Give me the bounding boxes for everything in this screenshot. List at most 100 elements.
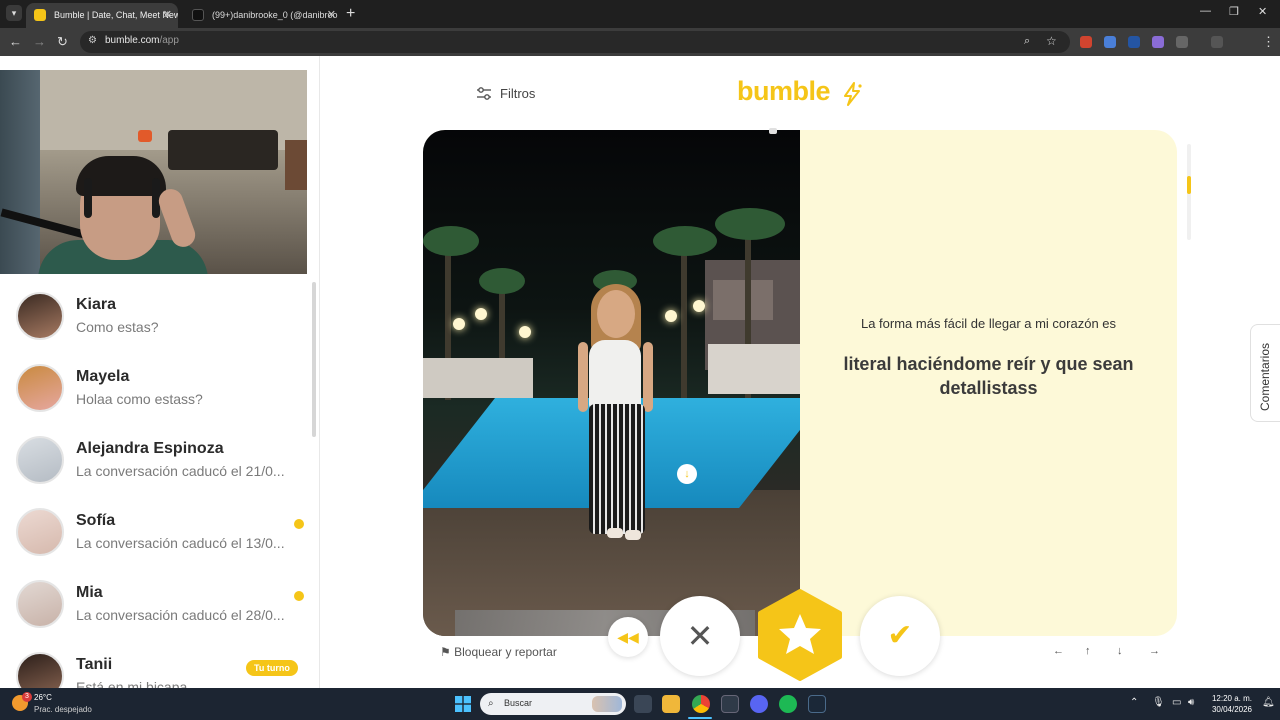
extensions-puzzle-icon[interactable]: [1176, 36, 1188, 48]
bumble-favicon-icon: [34, 9, 46, 21]
microphone-icon[interactable]: 🎙︎: [1152, 697, 1165, 708]
chat-item-mayela[interactable]: Mayela Holaa como estass?: [0, 364, 319, 436]
file-explorer-icon[interactable]: [662, 695, 680, 713]
notifications-icon[interactable]: 🔔︎: [1262, 697, 1275, 708]
avatar: [16, 580, 64, 628]
extension-icon[interactable]: [1152, 36, 1164, 48]
zoom-icon[interactable]: ⌕: [1024, 35, 1030, 48]
chat-preview: Como estas?: [76, 319, 159, 335]
prompt-question: La forma más fácil de llegar a mi corazó…: [860, 316, 1117, 331]
reload-icon[interactable]: ↻: [57, 34, 68, 50]
chat-preview: Está en mi bicapa: [76, 679, 188, 688]
photo-indicator: [769, 128, 777, 134]
steam-icon[interactable]: [808, 695, 826, 713]
chat-preview: La conversación caducó el 21/0...: [76, 463, 285, 479]
left-sidebar: Kiara Como estas? Mayela Holaa como esta…: [0, 56, 320, 688]
menu-kebab-icon[interactable]: ⋮: [1262, 34, 1275, 50]
avatar: [16, 652, 64, 688]
translate-extension-icon[interactable]: [1104, 36, 1116, 48]
url-text: bumble.com/app: [105, 35, 179, 46]
chrome-icon[interactable]: [692, 695, 710, 713]
tab-tiktok[interactable]: (99+)danibrooke_0 (@danibroo ✕: [184, 3, 342, 28]
spotify-icon[interactable]: [779, 695, 797, 713]
bumble-sparkle-icon: [844, 82, 862, 106]
reading-list-icon[interactable]: [1211, 36, 1223, 48]
key-hint-down: ↓: [1117, 645, 1123, 657]
tab-search-icon[interactable]: ▾: [6, 5, 22, 21]
tray-overflow-icon[interactable]: ⌃: [1130, 697, 1138, 708]
main-area: Filtros bumble ↓ La forma más fácil de l…: [321, 56, 1280, 688]
comments-tab[interactable]: Comentarios: [1250, 324, 1280, 422]
browser-tab-bar: ▾ Bumble | Date, Chat, Meet New ✕ (99+)d…: [0, 0, 1280, 28]
key-hint-right: →: [1149, 645, 1160, 657]
taskbar-clock[interactable]: 12:20 a. m. 30/04/2026: [1206, 693, 1252, 715]
address-bar[interactable]: ⚙ bumble.com/app ⌕ ☆: [80, 31, 1070, 53]
volume-icon[interactable]: 🔊︎: [1188, 697, 1194, 708]
filters-button[interactable]: Filtros: [500, 86, 535, 101]
filters-sliders-icon: [477, 87, 491, 100]
tiktok-favicon-icon: [192, 9, 204, 21]
network-icon[interactable]: ▭: [1172, 697, 1181, 708]
tab-title: Bumble | Date, Chat, Meet New: [54, 10, 178, 20]
unread-dot: [294, 519, 304, 529]
search-icon: ⌕: [488, 698, 494, 709]
weather-condition: Prac. despejado: [34, 705, 92, 714]
pass-button[interactable]: ✕: [660, 596, 740, 676]
chat-name: Tanii: [76, 656, 113, 673]
superswipe-button[interactable]: [753, 588, 847, 682]
close-window-icon[interactable]: ✕: [1258, 5, 1267, 18]
chat-name: Mia: [76, 584, 103, 601]
search-highlight-image: [592, 696, 622, 712]
flag-icon: ⚑: [440, 645, 451, 659]
avatar: [16, 436, 64, 484]
close-tab-icon[interactable]: ✕: [327, 3, 336, 28]
key-hint-left: ←: [1053, 645, 1064, 657]
avatar: [16, 292, 64, 340]
windows-start-icon[interactable]: [455, 696, 471, 712]
webcam-overlay: [0, 70, 307, 274]
chat-name: Kiara: [76, 296, 117, 313]
close-tab-icon[interactable]: ✕: [163, 3, 172, 28]
key-hint-up: ↑: [1085, 645, 1091, 657]
forward-arrow-icon[interactable]: →: [33, 34, 46, 50]
chat-name: Mayela: [76, 368, 130, 385]
chat-preview: La conversación caducó el 13/0...: [76, 535, 285, 551]
bumble-logo: bumble: [737, 76, 831, 106]
chat-item-sofia[interactable]: Sofía La conversación caducó el 13/0...: [0, 508, 319, 580]
temperature: 26°C: [34, 693, 52, 702]
extension-icon[interactable]: [1128, 36, 1140, 48]
chat-preview: La conversación caducó el 28/0...: [76, 607, 285, 623]
scroll-down-icon[interactable]: ↓: [677, 464, 697, 484]
weather-badge: 3: [22, 692, 32, 702]
prompt-answer: literal haciéndome reír y que sean detal…: [843, 354, 1134, 398]
chat-preview: Holaa como estass?: [76, 391, 203, 407]
bookmark-star-icon[interactable]: ☆: [1046, 34, 1057, 48]
chat-item-tanii[interactable]: Tanii Está en mi bicapa Tu turno: [0, 652, 319, 688]
extension-icon[interactable]: [1080, 36, 1092, 48]
unread-dot: [294, 591, 304, 601]
site-info-icon[interactable]: ⚙: [88, 35, 97, 46]
chat-item-mia[interactable]: Mia La conversación caducó el 28/0...: [0, 580, 319, 652]
new-tab-button[interactable]: +: [346, 3, 355, 25]
profile-photo: ↓: [423, 130, 800, 636]
avatar: [16, 364, 64, 412]
like-button[interactable]: ✔: [860, 596, 940, 676]
discord-icon[interactable]: [750, 695, 768, 713]
chat-name: Alejandra Espinoza: [76, 440, 224, 457]
app-icon[interactable]: [721, 695, 739, 713]
minimize-icon[interactable]: —: [1200, 5, 1211, 17]
avatar: [16, 508, 64, 556]
block-report-link[interactable]: ⚑ Bloquear y reportar: [440, 645, 557, 659]
your-turn-badge: Tu turno: [246, 660, 298, 676]
chat-item-kiara[interactable]: Kiara Como estas?: [0, 292, 319, 364]
chat-item-alejandra[interactable]: Alejandra Espinoza La conversación caduc…: [0, 436, 319, 508]
active-app-indicator: [688, 717, 712, 719]
taskbar-search[interactable]: ⌕ Buscar: [480, 693, 626, 715]
card-scroll-thumb[interactable]: [1187, 176, 1191, 194]
profile-card: ↓ La forma más fácil de llegar a mi cora…: [423, 130, 1177, 636]
tab-bumble[interactable]: Bumble | Date, Chat, Meet New ✕: [26, 3, 178, 28]
restore-icon[interactable]: ❐: [1229, 5, 1239, 18]
undo-button[interactable]: ◀◀: [608, 617, 648, 657]
back-arrow-icon[interactable]: ←: [9, 34, 22, 50]
task-view-icon[interactable]: [634, 695, 652, 713]
